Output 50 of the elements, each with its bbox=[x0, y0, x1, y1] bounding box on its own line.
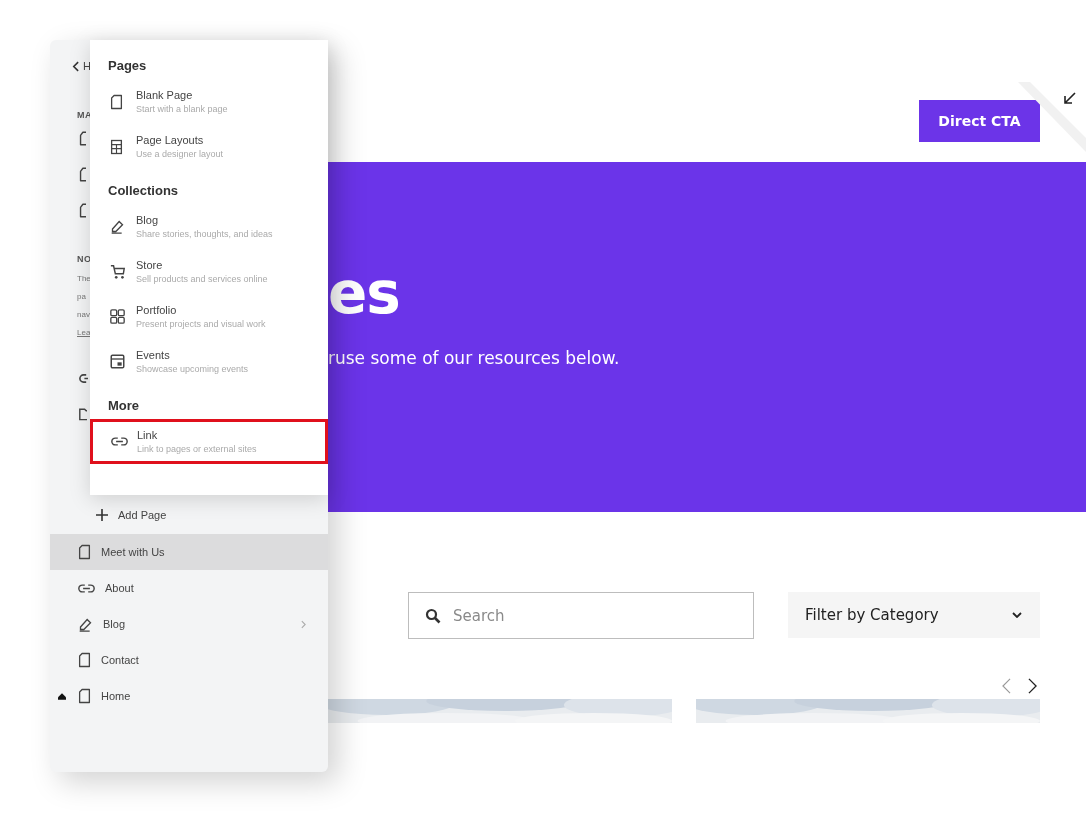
page-icon bbox=[78, 688, 91, 704]
back-icon[interactable] bbox=[72, 60, 79, 72]
link-icon bbox=[79, 372, 88, 384]
cta-button[interactable]: Direct CTA bbox=[919, 100, 1040, 142]
hero-title: es bbox=[328, 264, 400, 322]
page-icon bbox=[79, 130, 86, 146]
folder-icon bbox=[79, 407, 87, 421]
note-text: nav bbox=[77, 309, 90, 321]
chevron-down-icon bbox=[1012, 612, 1022, 618]
menu-item[interactable]: Portfolio Present projects and visual work bbox=[90, 294, 328, 339]
search-icon bbox=[425, 608, 441, 624]
add-page-button[interactable]: Add Page bbox=[96, 496, 167, 534]
plus-icon bbox=[96, 509, 108, 521]
menu-item[interactable]: Blog Share stories, thoughts, and ideas bbox=[90, 204, 328, 249]
menu-item[interactable]: Events Showcase upcoming events bbox=[90, 339, 328, 384]
page-item[interactable]: Contact bbox=[50, 642, 328, 678]
page-icon bbox=[110, 93, 123, 110]
pen-icon bbox=[78, 616, 93, 632]
menu-item[interactable]: Store Sell products and services online bbox=[90, 249, 328, 294]
page-item[interactable]: Blog bbox=[50, 606, 328, 642]
chevron-right-icon bbox=[301, 619, 306, 629]
note-text: The bbox=[77, 273, 91, 285]
page-icon bbox=[78, 652, 91, 668]
learn-more-link[interactable]: Lea bbox=[77, 324, 91, 342]
search-field[interactable]: Search bbox=[408, 592, 754, 639]
page-item[interactable]: About bbox=[50, 570, 328, 606]
page-item[interactable]: Meet with Us bbox=[50, 534, 328, 570]
note-text: pa bbox=[77, 291, 86, 303]
menu-heading: Pages bbox=[108, 58, 147, 73]
cart-icon bbox=[110, 263, 126, 280]
layout-icon bbox=[110, 138, 123, 155]
page-icon bbox=[79, 202, 86, 218]
link-icon bbox=[78, 582, 95, 594]
category-dropdown[interactable]: Filter by Category bbox=[788, 592, 1040, 638]
page-item[interactable]: Home bbox=[50, 678, 328, 714]
back-label[interactable]: H bbox=[83, 60, 91, 72]
calendar-icon bbox=[110, 354, 125, 369]
page-icon bbox=[79, 166, 86, 182]
page-icon bbox=[78, 544, 91, 560]
arrow-icon[interactable] bbox=[1063, 91, 1077, 105]
menu-item[interactable]: Blank Page Start with a blank page bbox=[90, 79, 328, 124]
menu-item[interactable]: Page Layouts Use a designer layout bbox=[90, 124, 328, 169]
link-icon bbox=[111, 436, 128, 447]
pen-icon bbox=[110, 219, 125, 234]
menu-heading: Collections bbox=[108, 183, 179, 198]
hero-subtitle: ruse some of our resources below. bbox=[328, 348, 620, 368]
grid-icon bbox=[110, 309, 125, 324]
menu-heading: More bbox=[108, 398, 140, 413]
home-icon bbox=[58, 692, 66, 700]
menu-item[interactable]: Link Link to pages or external sites bbox=[90, 419, 328, 464]
